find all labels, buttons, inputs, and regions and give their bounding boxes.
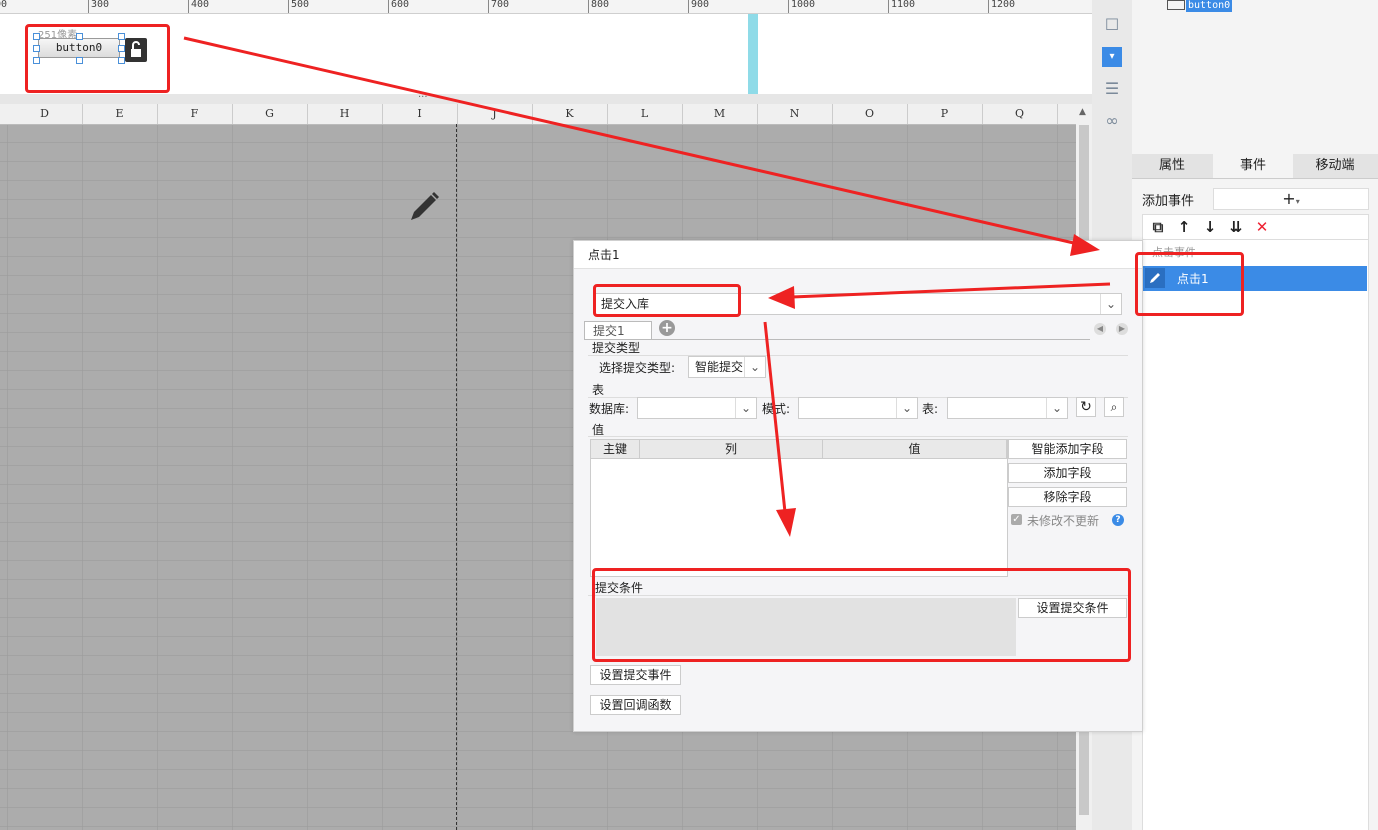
schema-label: 模式:	[762, 402, 791, 416]
column-header[interactable]: Q	[982, 104, 1058, 124]
panel-tabs: 属性 事件 移动端	[1132, 154, 1378, 179]
no-update-checkbox[interactable]: ✓	[1011, 514, 1022, 525]
chevron-down-icon: ⌄	[744, 357, 765, 377]
column-header[interactable]: K	[532, 104, 608, 124]
ruler-tick: 300	[88, 0, 109, 13]
plus-icon: +	[1282, 189, 1296, 208]
link-icon[interactable]: ∞	[1102, 111, 1122, 131]
table-select[interactable]: ⌄	[947, 397, 1068, 419]
canvas-boundary-bar	[748, 14, 758, 94]
ruler-tick: 1100	[888, 0, 915, 13]
chevron-down-icon: ▾	[1295, 197, 1300, 206]
column-header: 主键	[591, 440, 640, 458]
dialog-title: 点击1	[574, 241, 1142, 269]
divider	[588, 436, 1128, 437]
move-bottom-icon[interactable]: ⇊	[1227, 218, 1245, 236]
remove-field-button[interactable]: 移除字段	[1008, 487, 1127, 507]
event-toolbar: ⧉ ↑ ↓ ⇊ ✕	[1142, 214, 1369, 240]
column-header[interactable]: D	[7, 104, 83, 124]
field-table[interactable]: 主键 列 值	[590, 439, 1008, 577]
table-label: 表:	[922, 402, 939, 416]
table-section-header: 表	[592, 383, 605, 397]
horizontal-ruler: 00 300 400 500 600 700 800 900 1000 1100…	[0, 0, 1092, 14]
ruler-tick: 400	[188, 0, 209, 13]
field-table-header: 主键 列 值	[591, 440, 1007, 459]
delete-icon[interactable]: ✕	[1253, 218, 1271, 236]
splitter-grip-icon[interactable]: ···	[418, 92, 428, 103]
submit-type-select[interactable]: 智能提交 ⌄	[688, 356, 766, 378]
move-down-icon[interactable]: ↓	[1201, 218, 1219, 236]
tab-events[interactable]: 事件	[1213, 154, 1293, 178]
ruler-tick: 800	[588, 0, 609, 13]
column-header[interactable]: N	[757, 104, 833, 124]
dropdown-widget-icon[interactable]: ▾	[1102, 47, 1122, 67]
pencil-icon	[405, 188, 443, 229]
preview-icon[interactable]: ⌕	[1104, 397, 1124, 417]
column-header: 值	[823, 440, 1007, 458]
ruler-tick: 00	[0, 0, 7, 13]
refresh-icon[interactable]: ↻	[1076, 397, 1096, 417]
add-event-button[interactable]: +▾	[1213, 188, 1369, 210]
annotation-box	[1135, 252, 1244, 316]
tab-next-icon[interactable]: ▶	[1116, 323, 1128, 335]
schema-select[interactable]: ⌄	[798, 397, 918, 419]
set-callback-button[interactable]: 设置回调函数	[590, 695, 681, 715]
event-list	[1142, 240, 1369, 830]
database-label: 数据库:	[589, 402, 630, 416]
ruler-tick: 500	[288, 0, 309, 13]
column-header[interactable]: L	[607, 104, 683, 124]
chevron-down-icon: ⌄	[735, 398, 756, 418]
submit-type-label: 选择提交类型:	[599, 361, 676, 375]
pane-splitter[interactable]	[0, 94, 1092, 104]
column-header[interactable]: F	[157, 104, 233, 124]
divider	[588, 355, 1128, 356]
smart-add-field-button[interactable]: 智能添加字段	[1008, 439, 1127, 459]
copy-icon[interactable]: ⧉	[1149, 218, 1167, 236]
ruler-tick: 1200	[988, 0, 1015, 13]
submit-type-header: 提交类型	[592, 341, 641, 355]
ruler-tick: 700	[488, 0, 509, 13]
button-widget-icon	[1167, 0, 1185, 10]
chevron-down-icon: ⌄	[1046, 398, 1067, 418]
database-select[interactable]: ⌄	[637, 397, 757, 419]
column-header[interactable]: J	[457, 104, 533, 124]
ruler-tick: 600	[388, 0, 409, 13]
tree-item-button0[interactable]: button0	[1186, 0, 1233, 12]
tab-prev-icon[interactable]: ◀	[1094, 323, 1106, 335]
layers-icon[interactable]: ☰	[1102, 79, 1122, 99]
set-submit-event-button[interactable]: 设置提交事件	[590, 665, 681, 685]
column-header[interactable]: M	[682, 104, 758, 124]
no-update-label: 未修改不更新	[1027, 514, 1100, 528]
move-up-icon[interactable]: ↑	[1175, 218, 1193, 236]
chevron-down-icon: ⌄	[1100, 294, 1121, 314]
add-tab-icon[interactable]: +	[659, 320, 675, 336]
column-header[interactable]: I	[382, 104, 458, 124]
tab-submit1[interactable]: 提交1	[584, 321, 652, 339]
column-header[interactable]: E	[82, 104, 158, 124]
add-field-button[interactable]: 添加字段	[1008, 463, 1127, 483]
column-header[interactable]: G	[232, 104, 308, 124]
chevron-down-icon: ⌄	[896, 398, 917, 418]
annotation-box	[25, 24, 170, 93]
square-icon[interactable]: ☐	[1102, 15, 1122, 35]
tab-properties[interactable]: 属性	[1132, 154, 1212, 178]
column-header[interactable]: H	[307, 104, 383, 124]
column-header[interactable]: P	[907, 104, 983, 124]
annotation-box	[592, 568, 1131, 662]
tab-mobile[interactable]: 移动端	[1295, 154, 1375, 178]
page-break-line	[456, 124, 457, 830]
submit-type-value: 智能提交	[695, 360, 744, 374]
add-event-label: 添加事件	[1142, 194, 1195, 209]
ruler-tick: 900	[688, 0, 709, 13]
annotation-box	[593, 284, 741, 317]
column-headers: D E F G H I J K L M N O P Q	[0, 104, 1076, 125]
column-header[interactable]: O	[832, 104, 908, 124]
column-header: 列	[640, 440, 823, 458]
help-icon[interactable]: ?	[1112, 514, 1124, 526]
scroll-up-icon[interactable]: ▲	[1079, 107, 1086, 117]
ruler-tick: 1000	[788, 0, 815, 13]
